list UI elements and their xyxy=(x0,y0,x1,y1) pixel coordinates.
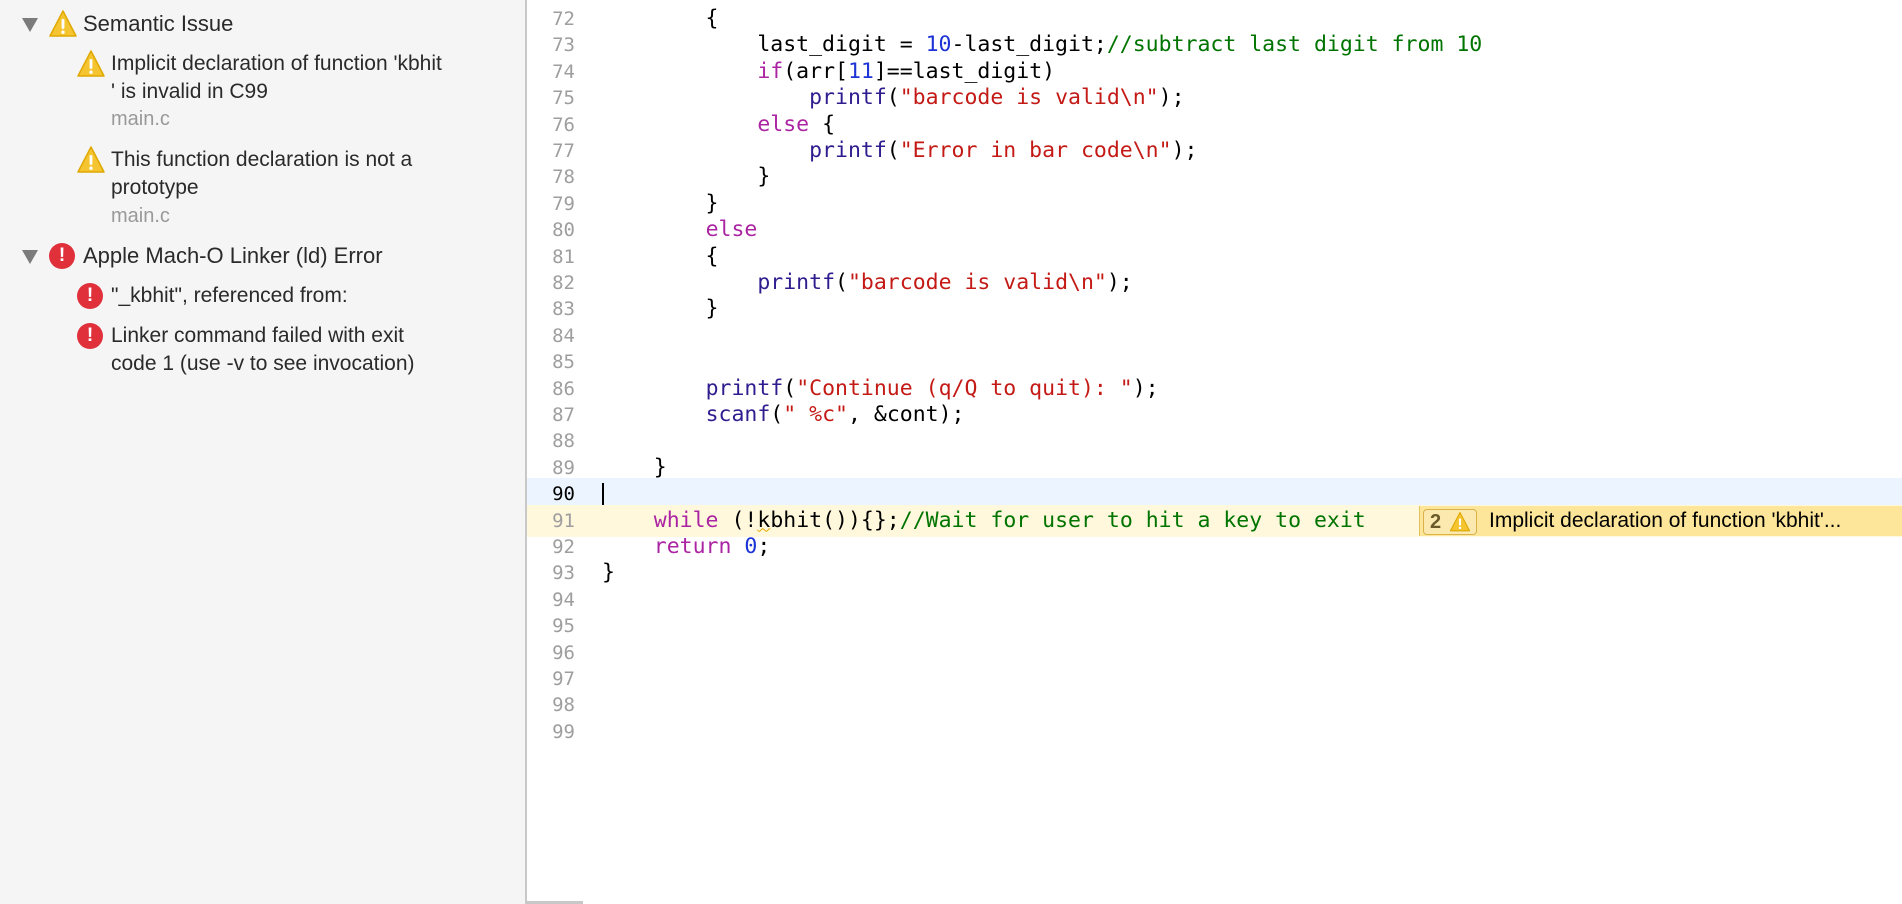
token-fn: printf xyxy=(757,270,836,295)
issue-file-name: main.c xyxy=(111,108,170,130)
token-squig: k xyxy=(757,507,771,533)
disclosure-triangle-icon[interactable] xyxy=(22,250,38,264)
token-num: 0 xyxy=(744,534,758,559)
token-plain: last_digit = xyxy=(602,32,926,58)
token-plain: } xyxy=(602,164,771,190)
token-plain: } xyxy=(602,190,719,216)
issue-message: "_kbhit", referenced from: xyxy=(111,282,525,310)
token-str: "barcode is valid\n" xyxy=(899,85,1159,111)
token-plain: } xyxy=(602,560,615,586)
warning-icon xyxy=(1449,511,1471,531)
token-fn: scanf xyxy=(705,402,771,427)
issue-group-title: Semantic Issue xyxy=(83,11,234,36)
token-fn: printf xyxy=(809,85,887,111)
disclosure-triangle-icon[interactable] xyxy=(22,18,38,32)
token-fn: printf xyxy=(705,375,784,401)
issue-message-line: ' is invalid in C99 xyxy=(111,80,268,103)
text-caret xyxy=(602,483,604,507)
issue-message-line: This function declaration is not a xyxy=(111,148,413,171)
warning-icon xyxy=(49,10,77,37)
warning-icon xyxy=(77,146,105,173)
token-plain: ( xyxy=(886,85,900,111)
issue-message: This function declaration is not a proto… xyxy=(111,146,525,202)
issue-group-semantic[interactable]: Semantic Issue xyxy=(0,10,525,40)
token-plain: { xyxy=(602,6,719,31)
token-plain: -last_digit; xyxy=(951,32,1107,58)
token-fn: printf xyxy=(809,138,887,163)
error-icon: ! xyxy=(77,323,103,349)
token-plain: ); xyxy=(1132,375,1159,401)
issue-group-title: Apple Mach-O Linker (ld) Error xyxy=(83,243,383,268)
issue-group-linker[interactable]: ! Apple Mach-O Linker (ld) Error xyxy=(0,242,525,272)
token-plain: { xyxy=(602,243,719,269)
token-plain: ); xyxy=(1158,85,1185,111)
line-number: 99 xyxy=(552,720,575,743)
token-cmt: //Wait for user to hit a key to exit xyxy=(899,507,1366,533)
token-plain: } xyxy=(602,454,667,480)
token-plain: (! xyxy=(718,507,758,533)
token-num: 11 xyxy=(847,58,874,84)
token-plain: ; xyxy=(757,534,771,559)
issue-file-name: main.c xyxy=(111,205,170,227)
source-editor[interactable]: 72 {73 last_digit = 10-last_digit;//subt… xyxy=(527,0,1902,904)
issue-count: 2 xyxy=(1430,510,1442,533)
token-plain: (arr[ xyxy=(783,58,848,84)
token-plain: ]==last_digit) xyxy=(873,58,1056,84)
token-kw: return xyxy=(653,534,732,559)
issue-message: Implicit declaration of function 'kbhit … xyxy=(111,50,525,106)
issue-message-line: prototype xyxy=(111,176,199,199)
token-num: 10 xyxy=(925,32,952,58)
issue-message-line: code 1 (use -v to see invocation) xyxy=(111,352,415,375)
token-str: "Error in bar code\n" xyxy=(899,138,1172,163)
token-kw: else xyxy=(757,111,810,137)
error-icon: ! xyxy=(49,243,75,269)
token-plain: } xyxy=(602,296,719,322)
issue-message: Linker command failed with exit code 1 (… xyxy=(111,322,525,378)
token-str: "Continue (q/Q to quit): " xyxy=(796,375,1133,401)
token-plain: ( xyxy=(835,270,848,295)
token-plain: ( xyxy=(783,375,797,401)
token-cmt: //subtract last digit from 10 xyxy=(1106,32,1483,58)
token-plain: ( xyxy=(770,402,784,427)
token-plain: , &cont); xyxy=(847,402,965,427)
issue-message-line: "_kbhit", referenced from: xyxy=(111,284,348,307)
token-plain: ); xyxy=(1171,138,1198,163)
issue-message-line: Implicit declaration of function 'kbhit xyxy=(111,52,442,75)
error-icon: ! xyxy=(77,283,103,309)
issue-message-line: Linker command failed with exit xyxy=(111,324,404,347)
token-kw: while xyxy=(653,507,719,533)
token-kw: if xyxy=(757,58,784,84)
token-str: "barcode is valid\n" xyxy=(847,270,1107,295)
code-line[interactable]: 99 xyxy=(527,716,1902,748)
token-plain: ); xyxy=(1106,270,1133,295)
issue-navigator: Semantic Issue Implicit declaration of f… xyxy=(0,0,525,904)
warning-icon xyxy=(77,50,105,77)
token-plain: ( xyxy=(886,138,900,163)
token-plain: { xyxy=(809,111,836,137)
token-plain: bhit()){}; xyxy=(770,507,900,533)
token-kw: else xyxy=(705,217,758,243)
token-str: " %c" xyxy=(783,402,848,427)
